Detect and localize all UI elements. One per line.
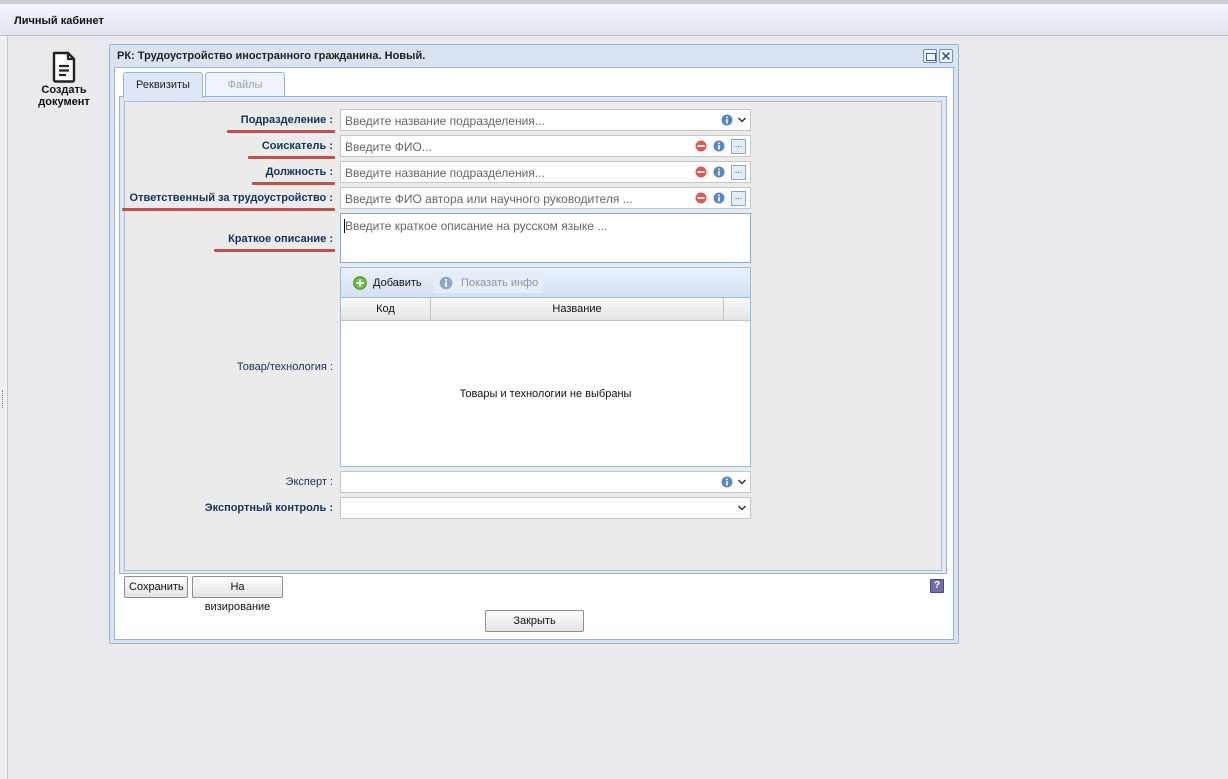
expert-label: Эксперт : <box>285 476 333 488</box>
goods-grid: Добавить Показать инфо Код Название Това… <box>340 267 751 467</box>
select-button[interactable]: ... <box>731 191 746 206</box>
help-icon[interactable]: ? <box>930 579 944 593</box>
info-icon <box>439 276 453 290</box>
subdivision-label: Подразделение : <box>226 114 335 133</box>
clear-icon[interactable] <box>695 140 707 152</box>
add-icon <box>353 276 367 290</box>
tab-files[interactable]: Файлы <box>205 72 285 96</box>
goods-toolbar: Добавить Показать инфо <box>341 268 750 298</box>
required-underline <box>251 182 335 185</box>
clear-icon[interactable] <box>695 166 707 178</box>
window-body: Реквизиты Файлы Подразделение : Введите … <box>114 67 954 640</box>
column-header-code[interactable]: Код <box>341 298 431 321</box>
chevron-down-icon[interactable] <box>737 115 747 125</box>
description-textarea[interactable]: Введите краткое описание на русском язык… <box>340 213 751 263</box>
close-icon <box>941 51 951 61</box>
export-control-label: Экспортный контроль : <box>204 502 333 514</box>
save-button[interactable]: Сохранить <box>124 576 188 598</box>
goods-grid-header: Код Название <box>341 298 750 321</box>
applicant-label: Соискатель : <box>247 140 335 159</box>
description-placeholder: Введите краткое описание на русском язык… <box>345 219 608 233</box>
goods-label: Товар/технология : <box>236 361 333 373</box>
subdivision-input[interactable]: Введите название подразделения... <box>345 114 545 128</box>
create-document-button[interactable]: Создать документ <box>30 51 98 108</box>
required-underline <box>247 156 335 159</box>
close-window-button[interactable] <box>939 49 953 63</box>
position-label: Должность : <box>251 166 335 185</box>
info-icon[interactable] <box>713 166 725 178</box>
description-label: Краткое описание : <box>214 233 335 252</box>
position-input[interactable]: Введите название подразделения... <box>345 166 545 180</box>
applicant-field[interactable]: Введите ФИО... ... <box>340 135 751 157</box>
send-for-approval-button[interactable]: На визирование <box>192 576 283 613</box>
close-button[interactable]: Закрыть <box>485 610 584 632</box>
required-underline <box>214 249 335 252</box>
column-header-name[interactable]: Название <box>431 298 724 321</box>
info-icon[interactable] <box>713 140 725 152</box>
column-header-extra[interactable] <box>724 298 750 321</box>
export-control-combobox[interactable] <box>340 497 751 519</box>
show-info-button[interactable]: Показать инфо <box>433 273 543 293</box>
required-underline <box>226 130 335 133</box>
responsible-field[interactable]: Введите ФИО автора или научного руководи… <box>340 187 751 209</box>
subdivision-combobox[interactable]: Введите название подразделения... <box>340 109 751 131</box>
top-bar: Личный кабинет <box>0 0 1228 36</box>
document-window: РК: Трудоустройство иностранного граждан… <box>109 44 959 644</box>
chevron-down-icon[interactable] <box>737 503 747 513</box>
document-icon <box>52 51 76 83</box>
info-icon[interactable] <box>713 192 725 204</box>
empty-grid-message: Товары и технологии не выбраны <box>459 388 632 400</box>
chevron-down-icon[interactable] <box>737 477 747 487</box>
create-document-label: Создать документ <box>38 84 90 108</box>
tab-panel: Подразделение : Введите название подразд… <box>119 96 947 574</box>
info-icon[interactable] <box>721 114 733 126</box>
maximize-button[interactable] <box>923 49 937 63</box>
clear-icon[interactable] <box>695 192 707 204</box>
select-button[interactable]: ... <box>731 165 746 180</box>
app-title: Личный кабинет <box>14 15 104 27</box>
position-field[interactable]: Введите название подразделения... ... <box>340 161 751 183</box>
tab-requisites[interactable]: Реквизиты <box>123 72 203 98</box>
expert-combobox[interactable] <box>340 471 751 493</box>
form-area: Подразделение : Введите название подразд… <box>121 101 942 571</box>
responsible-label: Ответственный за трудоустройство : <box>121 192 335 211</box>
select-button[interactable]: ... <box>731 139 746 154</box>
window-title: РК: Трудоустройство иностранного граждан… <box>117 50 426 62</box>
info-icon[interactable] <box>721 476 733 488</box>
required-underline <box>121 208 335 211</box>
splitter-grip[interactable] <box>2 390 5 408</box>
applicant-input[interactable]: Введите ФИО... <box>345 140 432 154</box>
responsible-input[interactable]: Введите ФИО автора или научного руководи… <box>345 192 633 206</box>
left-splitter[interactable] <box>0 36 8 779</box>
